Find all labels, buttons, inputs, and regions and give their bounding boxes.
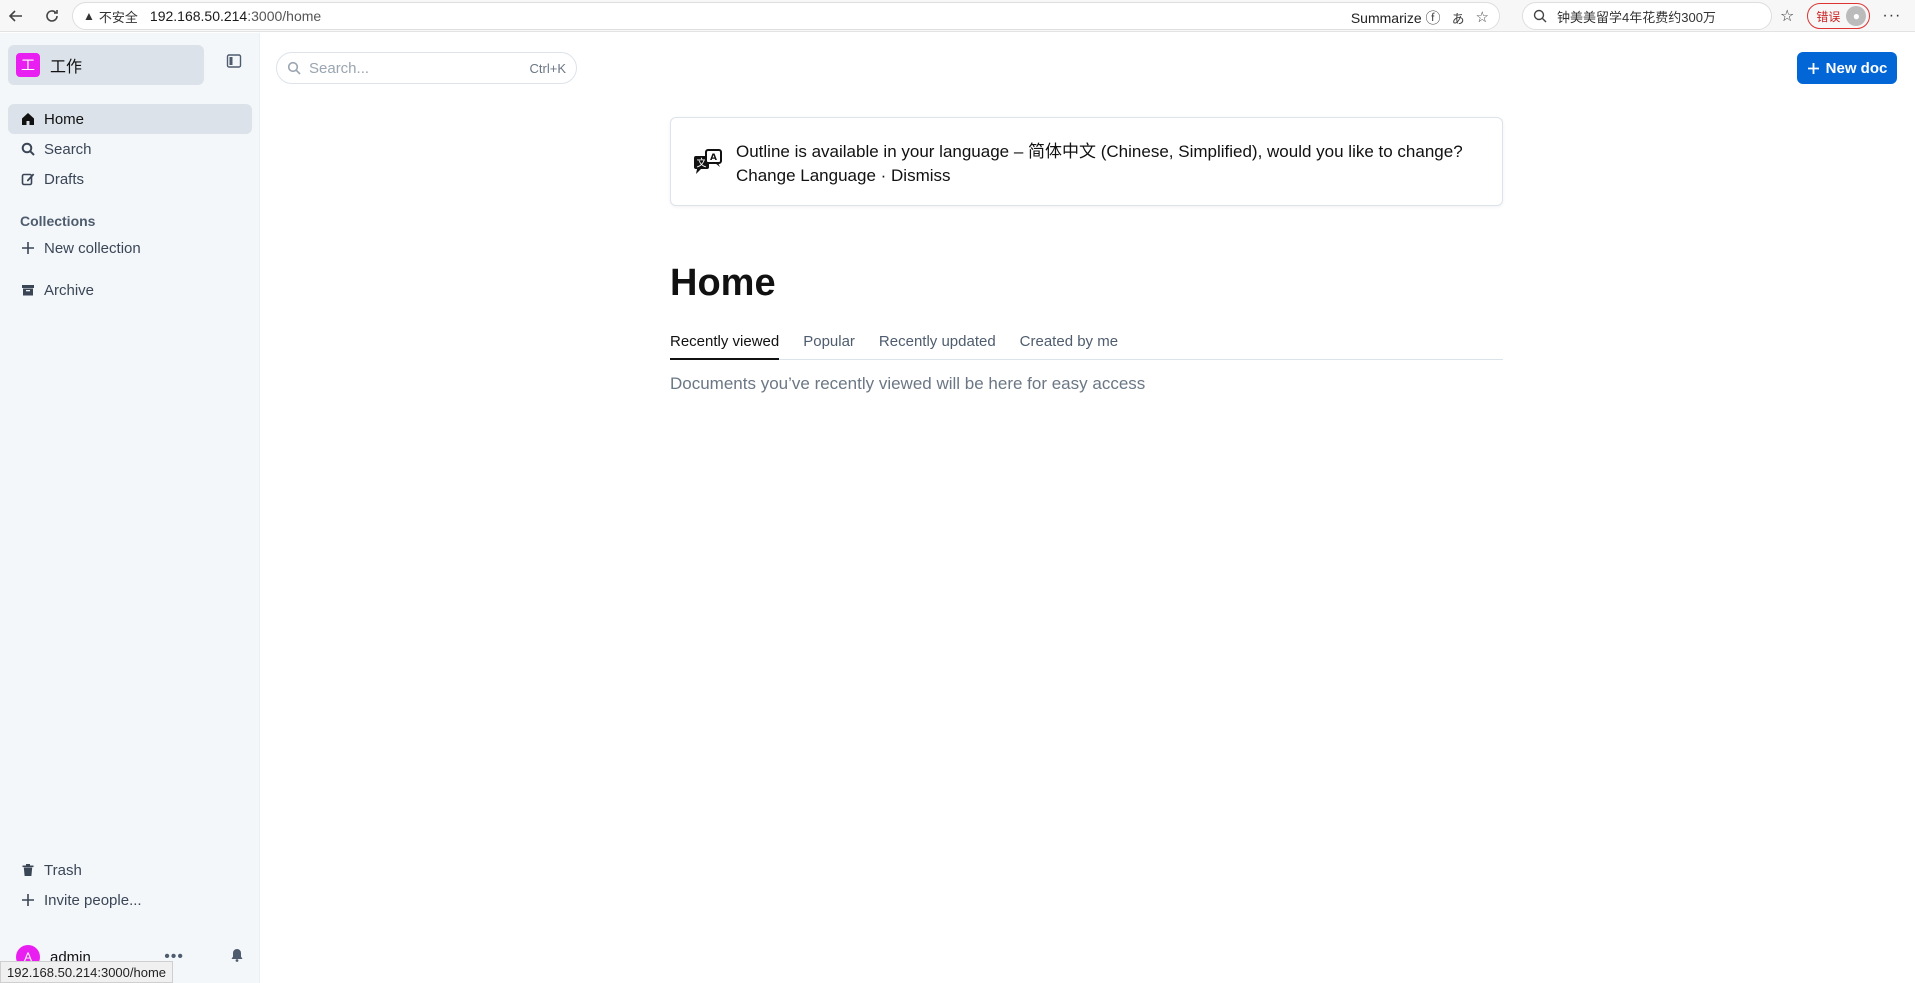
dismiss-link[interactable]: Dismiss <box>891 166 951 185</box>
plus-icon <box>20 240 36 256</box>
new-collection-label: New collection <box>44 239 141 257</box>
plus-icon <box>20 892 36 908</box>
sidebar-item-home[interactable]: Home <box>8 104 252 134</box>
url-host: 192.168.50.214 <box>149 8 248 24</box>
archive-icon <box>20 282 36 298</box>
collections-heading: Collections <box>20 213 96 229</box>
sidebar-item-label: Home <box>44 110 85 128</box>
address-bar[interactable]: ▲ 不安全 192.168.50.214:3000/home Summarize… <box>72 2 1500 30</box>
favorites-icon[interactable]: ☆ <box>1780 6 1795 26</box>
plus-icon <box>1807 62 1819 74</box>
sidebar-item-drafts[interactable]: Drafts <box>8 164 252 194</box>
search-input[interactable] <box>309 59 509 77</box>
browser-search-query: 钟美美留学4年花费约300万 <box>1557 9 1716 25</box>
warning-icon: ▲ <box>83 9 95 23</box>
tab-popular[interactable]: Popular <box>803 332 855 360</box>
team-switcher[interactable]: 工 工作 <box>8 45 204 85</box>
notice-message: Outline is available in your language – … <box>736 142 1463 161</box>
tab-recently-viewed[interactable]: Recently viewed <box>670 332 780 360</box>
browser-status-bar: 192.168.50.214:3000/home <box>0 961 174 983</box>
search-field[interactable]: Ctrl+K <box>276 52 577 84</box>
sidebar-item-search[interactable]: Search <box>8 134 252 164</box>
tab-recently-updated[interactable]: Recently updated <box>879 332 996 360</box>
reload-icon[interactable] <box>40 4 64 28</box>
home-icon <box>20 111 36 127</box>
sidebar-item-trash[interactable]: Trash <box>8 855 252 885</box>
home-tabs: Recently viewed Popular Recently updated… <box>670 332 1503 360</box>
edit-icon <box>20 171 36 187</box>
error-label: 错误 <box>1816 9 1841 24</box>
invite-label: Invite people... <box>44 891 142 909</box>
bell-icon[interactable] <box>230 948 244 967</box>
sidebar-item-archive[interactable]: Archive <box>8 275 252 305</box>
search-icon <box>287 61 301 75</box>
page-title: Home <box>670 262 776 304</box>
translate-icon[interactable]: ぁ <box>1451 7 1466 28</box>
new-doc-button[interactable]: New doc <box>1797 52 1897 84</box>
new-collection-button[interactable]: New collection <box>8 233 252 263</box>
search-shortcut: Ctrl+K <box>529 60 566 76</box>
security-label: 不安全 <box>98 9 138 25</box>
star-icon[interactable]: ☆ <box>1476 8 1489 26</box>
empty-state-message: Documents you’ve recently viewed will be… <box>670 374 1146 393</box>
search-icon <box>20 141 36 157</box>
summarize-icon: ⓕ <box>1425 9 1441 27</box>
trash-label: Trash <box>44 861 82 879</box>
new-doc-label: New doc <box>1825 59 1888 77</box>
browser-search-box[interactable]: 钟美美留学4年花费约300万 <box>1522 2 1772 30</box>
tab-created-by-me[interactable]: Created by me <box>1020 332 1118 360</box>
summarize-button[interactable]: Summarize ⓕ <box>1351 7 1441 28</box>
team-name: 工作 <box>50 59 83 76</box>
notice-actions: Change Language · Dismiss <box>736 164 951 188</box>
browser-toolbar: ▲ 不安全 192.168.50.214:3000/home Summarize… <box>0 0 1915 32</box>
sidebar-collapse-icon[interactable] <box>226 53 246 73</box>
url-path: :3000/home <box>247 8 322 24</box>
archive-label: Archive <box>44 281 95 299</box>
svg-text:A: A <box>710 153 717 163</box>
language-notice: 文 A Outline is available in your languag… <box>670 117 1503 206</box>
sidebar-item-label: Search <box>44 140 92 158</box>
profile-avatar-icon: ● <box>1846 6 1867 26</box>
change-language-link[interactable]: Change Language <box>736 166 876 185</box>
translate-icon: 文 A <box>693 148 723 178</box>
team-logo: 工 <box>16 53 40 77</box>
sidebar: 工 工作 Home Search Drafts Collections New … <box>0 33 260 983</box>
invite-people-button[interactable]: Invite people... <box>8 885 252 915</box>
profile-error-button[interactable]: 错误 ● <box>1807 3 1871 29</box>
separator: · <box>875 166 892 185</box>
back-icon[interactable] <box>4 4 28 28</box>
summarize-label: Summarize <box>1350 9 1422 26</box>
more-icon[interactable]: ··· <box>1882 7 1901 25</box>
sidebar-item-label: Drafts <box>44 170 85 188</box>
search-icon <box>1533 9 1547 23</box>
trash-icon <box>20 862 36 878</box>
